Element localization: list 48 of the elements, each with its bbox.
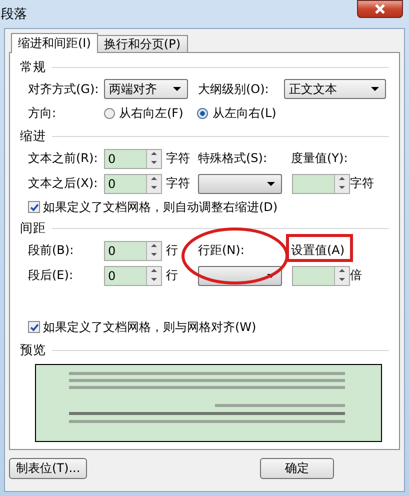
field-label: 度量值(Y):: [291, 150, 348, 167]
caret-icon: [267, 182, 275, 186]
tab[interactable]: 缩进和间距(I): [11, 33, 98, 53]
tab[interactable]: 换行和分页(P): [96, 35, 188, 52]
unit-label: 字符: [165, 175, 191, 192]
field-label: 文本之前(R):: [28, 150, 99, 167]
radio-option[interactable]: 从右向左(F): [104, 105, 184, 122]
checkbox-option[interactable]: 如果定义了文档网格，则自动调整右缩进(D): [20, 196, 278, 218]
caret-icon: [173, 87, 181, 91]
indent-after-spinner[interactable]: 0: [104, 174, 162, 194]
unit-label: 倍: [350, 267, 362, 284]
unit-label: 行: [165, 242, 179, 259]
spacing-after-spinner[interactable]: 0: [104, 266, 162, 286]
unit-label: 行: [165, 267, 179, 284]
highlight-box: [286, 234, 353, 262]
close-button[interactable]: [357, 0, 403, 18]
checkbox[interactable]: [28, 321, 40, 333]
radio-option[interactable]: 从左向右(L): [197, 105, 276, 122]
radio-button[interactable]: [104, 108, 115, 119]
radio-button[interactable]: [197, 108, 208, 119]
caret-icon: [371, 87, 379, 91]
field-label: 设置值(A): [291, 242, 345, 259]
field-label: 行距(N):: [198, 242, 246, 259]
close-icon: [374, 3, 386, 15]
field-label: 特殊格式(S):: [198, 150, 268, 167]
field-label: 大纲级别(O):: [198, 80, 270, 98]
special-format-dropdown[interactable]: [198, 174, 282, 194]
alignment-dropdown[interactable]: 两端对齐: [104, 79, 188, 99]
checkbox[interactable]: [28, 201, 40, 213]
field-label: 文本之后(X):: [28, 175, 99, 192]
unit-label: 字符: [165, 150, 191, 167]
window-title: 段落: [1, 6, 27, 23]
field-label: 对齐方式(G):: [28, 80, 100, 98]
dialog-button[interactable]: 制表位(T)...: [9, 458, 88, 479]
unit-label: 字符: [350, 175, 374, 192]
section-heading: 预览: [20, 342, 46, 358]
field-label: 段前(B):: [28, 242, 75, 259]
outline-level-dropdown[interactable]: 正文文本: [284, 79, 386, 99]
checkbox-option[interactable]: 如果定义了文档网格，则与网格对齐(W): [20, 316, 256, 338]
section-heading: 常规: [20, 58, 46, 76]
caret-icon: [267, 274, 275, 278]
field-label: 方向:: [28, 105, 58, 122]
section-heading: 间距: [20, 220, 46, 236]
section-heading: 缩进: [20, 128, 46, 144]
spacing-before-spinner[interactable]: 0: [104, 240, 162, 260]
indent-before-spinner[interactable]: 0: [104, 148, 162, 168]
dialog-button[interactable]: 确定: [260, 458, 334, 479]
field-label: 段后(E):: [28, 267, 74, 284]
